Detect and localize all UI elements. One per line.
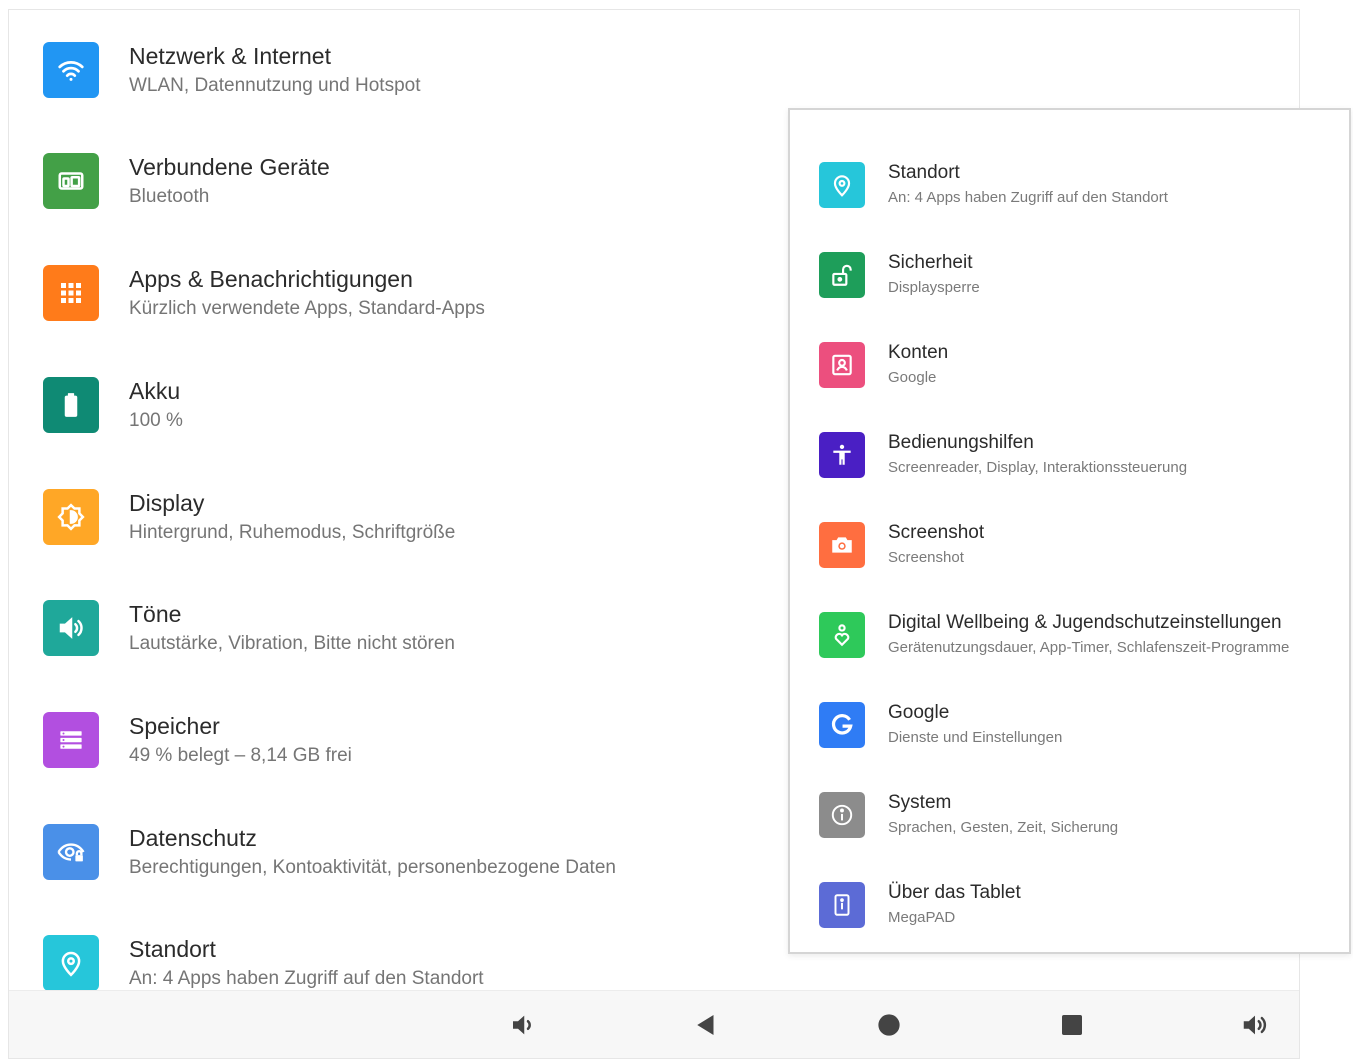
recents-button[interactable] [1049,1005,1095,1045]
camera-icon [819,522,865,568]
location-icon [43,935,99,991]
settings-item-title: Töne [129,601,182,627]
panel-item-title: Standort [888,162,960,183]
settings-item-network[interactable]: Netzwerk & Internet WLAN, Datennutzung u… [9,42,769,142]
settings-item-subtitle: Bluetooth [129,186,210,207]
wellbeing-icon [819,612,865,658]
wifi-icon [43,42,99,98]
recents-icon [1062,1015,1082,1035]
battery-icon [43,377,99,433]
settings-item-subtitle: An: 4 Apps haben Zugriff auf den Standor… [129,968,484,989]
panel-item-location[interactable]: Standort An: 4 Apps haben Zugriff auf de… [790,162,1349,242]
panel-item-security[interactable]: Sicherheit Displaysperre [790,252,1349,332]
storage-icon [43,712,99,768]
account-icon [819,342,865,388]
panel-item-subtitle: Gerätenutzungsdauer, App-Timer, Schlafen… [888,639,1290,656]
settings-item-display[interactable]: Display Hintergrund, Ruhemodus, Schriftg… [9,489,769,589]
display-icon [43,489,99,545]
accessibility-icon [819,432,865,478]
home-button[interactable] [866,1005,912,1045]
settings-item-battery[interactable]: Akku 100 % [9,377,769,477]
settings-item-title: Netzwerk & Internet [129,43,331,69]
panel-item-title: Über das Tablet [888,882,1021,903]
settings-item-subtitle: WLAN, Datennutzung und Hotspot [129,75,421,96]
tablet-icon [819,882,865,928]
panel-item-title: Digital Wellbeing & Jugendschutzeinstell… [888,612,1282,633]
settings-item-subtitle: Hintergrund, Ruhemodus, Schriftgröße [129,522,456,543]
panel-item-subtitle: Dienste und Einstellungen [888,729,1063,746]
volume-down-button[interactable] [500,1005,546,1045]
back-icon [697,1015,714,1035]
settings-item-title: Verbundene Geräte [129,154,330,180]
settings-item-title: Akku [129,378,181,404]
privacy-icon [43,824,99,880]
settings-item-subtitle: 49 % belegt – 8,14 GB frei [129,745,352,766]
location-icon [819,162,865,208]
settings-item-privacy[interactable]: Datenschutz Berechtigungen, Kontoaktivit… [9,824,769,924]
settings-item-title: Speicher [129,713,220,739]
panel-item-subtitle: Google [888,369,937,386]
sound-icon [43,600,99,656]
settings-item-subtitle: Kürzlich verwendete Apps, Standard-Apps [129,298,485,319]
panel-item-screenshot[interactable]: Screenshot Screenshot [790,522,1349,602]
settings-item-subtitle: 100 % [129,410,183,431]
panel-item-subtitle: MegaPAD [888,909,956,926]
panel-item-title: Bedienungshilfen [888,432,1034,453]
settings-item-title: Display [129,490,205,516]
panel-item-subtitle: Screenreader, Display, Interaktionssteue… [888,459,1188,476]
lock-icon [819,252,865,298]
panel-item-about-tablet[interactable]: Über das Tablet MegaPAD [790,882,1349,952]
settings-item-title: Apps & Benachrichtigungen [129,266,413,292]
volume-up-button[interactable] [1232,1005,1278,1045]
panel-item-system[interactable]: System Sprachen, Gesten, Zeit, Sicherung [790,792,1349,872]
settings-item-storage[interactable]: Speicher 49 % belegt – 8,14 GB frei [9,712,769,812]
settings-item-sound[interactable]: Töne Lautstärke, Vibration, Bitte nicht … [9,600,769,700]
panel-item-accessibility[interactable]: Bedienungshilfen Screenreader, Display, … [790,432,1349,512]
settings-item-subtitle: Lautstärke, Vibration, Bitte nicht störe… [129,633,455,654]
panel-item-subtitle: Screenshot [888,549,964,566]
google-icon [819,702,865,748]
volume-up-icon [1243,1015,1267,1035]
settings-item-connected-devices[interactable]: Verbundene Geräte Bluetooth [9,153,769,253]
panel-item-google[interactable]: Google Dienste und Einstellungen [790,702,1349,782]
navigation-bar [9,990,1299,1058]
settings-item-subtitle: Berechtigungen, Kontoaktivität, personen… [129,857,616,878]
panel-item-title: Konten [888,342,949,363]
panel-item-title: Google [888,702,950,723]
panel-item-subtitle: Displaysperre [888,279,980,296]
panel-item-title: Screenshot [888,522,985,543]
apps-icon [43,265,99,321]
panel-item-title: System [888,792,952,813]
panel-item-accounts[interactable]: Konten Google [790,342,1349,422]
info-icon [819,792,865,838]
panel-item-title: Sicherheit [888,252,973,273]
settings-item-title: Standort [129,936,216,962]
panel-item-subtitle: An: 4 Apps haben Zugriff auf den Standor… [888,189,1168,206]
devices-icon [43,153,99,209]
volume-down-icon [513,1015,531,1035]
back-button[interactable] [683,1005,729,1045]
panel-item-subtitle: Sprachen, Gesten, Zeit, Sicherung [888,819,1119,836]
home-icon [878,1014,900,1036]
settings-item-title: Datenschutz [129,825,257,851]
settings-item-apps[interactable]: Apps & Benachrichtigungen Kürzlich verwe… [9,265,769,365]
settings-popup-panel: Standort An: 4 Apps haben Zugriff auf de… [788,108,1351,954]
panel-item-digital-wellbeing[interactable]: Digital Wellbeing & Jugendschutzeinstell… [790,612,1349,692]
